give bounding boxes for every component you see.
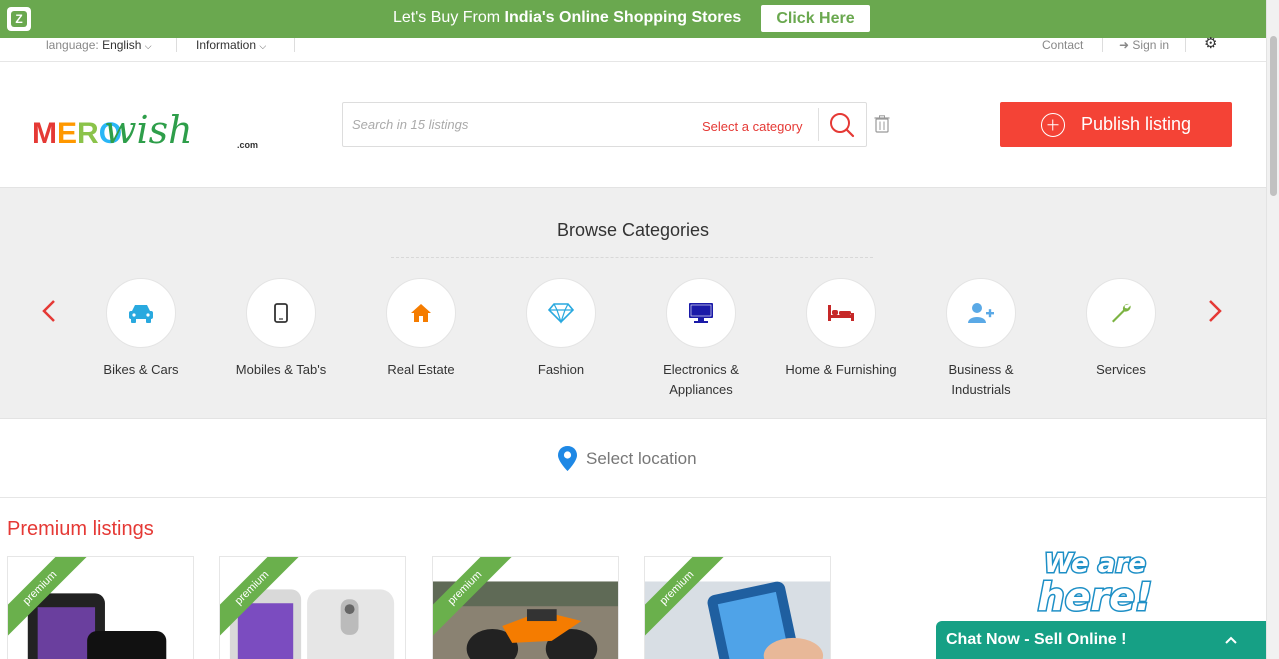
- divider: [1102, 38, 1103, 52]
- svg-text:wish: wish: [104, 108, 193, 152]
- category-bikes-cars[interactable]: Bikes & Cars: [71, 278, 211, 380]
- category-icon-circle: [1086, 278, 1156, 348]
- svg-text:here!: here!: [1038, 575, 1153, 618]
- wrench-icon: [1112, 303, 1131, 323]
- bed-icon: [828, 305, 854, 321]
- car-icon: [129, 305, 153, 323]
- browse-categories: Browse Categories Bikes & Cars Mobiles &…: [0, 188, 1266, 419]
- page: Z Let's Buy From India's Online Shopping…: [0, 0, 1279, 659]
- user-plus-icon: [968, 303, 994, 323]
- promo-text: Let's Buy From India's Online Shopping S…: [393, 9, 741, 27]
- category-home-furnishing[interactable]: Home & Furnishing: [771, 278, 911, 380]
- chat-widget[interactable]: Chat Now - Sell Online !: [936, 621, 1279, 659]
- category-icon-circle: [106, 278, 176, 348]
- categories-title: Browse Categories: [556, 220, 710, 240]
- scrollbar-thumb[interactable]: [1270, 36, 1277, 196]
- divider: [294, 38, 295, 52]
- category-select[interactable]: Select a category: [702, 119, 802, 134]
- select-location[interactable]: Select location: [558, 446, 697, 471]
- chevron-up-icon[interactable]: [1224, 633, 1238, 647]
- category-label: Fashion: [537, 362, 585, 377]
- location-bar: Select location: [0, 419, 1266, 498]
- category-electronics-appliances[interactable]: Electronics & Appliances: [631, 278, 771, 400]
- language-selector[interactable]: language: English ⌵: [46, 38, 152, 53]
- header: MERO wish .com Search in 15 listings Sel…: [0, 62, 1266, 188]
- promo-logo-icon[interactable]: Z: [7, 7, 31, 31]
- divider: [176, 38, 177, 52]
- merowish-logo[interactable]: MERO wish .com: [32, 95, 262, 155]
- map-pin-icon: [558, 446, 577, 471]
- gear-icon[interactable]: ⚙: [1204, 36, 1217, 51]
- contact-link[interactable]: Contact: [1042, 38, 1083, 52]
- promo-click-here-button[interactable]: Click Here: [761, 5, 870, 32]
- category-icon-circle: [946, 278, 1016, 348]
- premium-listings-title: Premium listings: [7, 518, 154, 540]
- sign-in-label: Sign in: [1132, 38, 1170, 52]
- category-label: Mobiles & Tab's: [235, 362, 327, 377]
- category-label: Bikes & Cars: [103, 362, 179, 377]
- promo-bar: Z Let's Buy From India's Online Shopping…: [0, 0, 1266, 38]
- logo-tld: .com: [237, 140, 258, 150]
- monitor-icon: [689, 303, 713, 323]
- mobile-icon: [274, 303, 288, 323]
- listing-card[interactable]: premium: [432, 556, 619, 659]
- search-icon[interactable]: [828, 111, 856, 139]
- listing-card[interactable]: premium: [644, 556, 831, 659]
- category-icon-circle: [526, 278, 596, 348]
- sign-in-link[interactable]: ➜ Sign in: [1119, 38, 1169, 52]
- information-menu[interactable]: Information ⌵: [196, 38, 266, 53]
- contact-label: Contact: [1042, 38, 1084, 52]
- divider: [1185, 38, 1186, 52]
- utility-bar: language: English ⌵ Information ⌵ Contac…: [0, 36, 1266, 62]
- information-label: Information: [196, 38, 257, 52]
- search-input[interactable]: Search in 15 listings: [352, 117, 468, 132]
- category-real-estate[interactable]: Real Estate: [351, 278, 491, 380]
- select-location-label: Select location: [586, 448, 697, 468]
- language-label: language:: [46, 38, 99, 52]
- divider: [818, 108, 819, 141]
- plus-circle-icon: [1040, 112, 1065, 137]
- home-icon: [411, 304, 431, 322]
- promo-text-light: Let's Buy From: [393, 9, 505, 26]
- publish-listing-button[interactable]: Publish listing: [1000, 102, 1232, 147]
- sign-in-icon: ➜: [1119, 38, 1130, 52]
- chat-label: Chat Now - Sell Online !: [946, 631, 1127, 648]
- chevron-right-icon[interactable]: [1204, 299, 1224, 323]
- category-icon-circle: [666, 278, 736, 348]
- diamond-icon: [547, 303, 575, 324]
- language-value: English: [102, 38, 142, 52]
- search-bar: Search in 15 listings Select a category: [342, 102, 867, 147]
- category-fashion[interactable]: Fashion: [491, 278, 631, 380]
- promo-text-bold: India's Online Shopping Stores: [504, 9, 742, 26]
- category-label: Home & Furnishing: [785, 362, 897, 377]
- category-label: Real Estate: [387, 362, 455, 377]
- category-mobiles-tabs[interactable]: Mobiles & Tab's: [211, 278, 351, 380]
- category-label: Services: [1096, 362, 1146, 377]
- chevron-down-icon: ⌵: [144, 41, 152, 51]
- listing-card[interactable]: premium: [219, 556, 406, 659]
- category-label: Electronics & Appliances: [663, 362, 739, 397]
- scrollbar[interactable]: [1266, 0, 1279, 659]
- category-label: Business & Industrials: [948, 362, 1014, 397]
- category-services[interactable]: Services: [1051, 278, 1191, 380]
- listing-card[interactable]: premium: [7, 556, 194, 659]
- we-are-here-badge: We are here!: [1036, 548, 1154, 619]
- category-business-industrials[interactable]: Business & Industrials: [911, 278, 1051, 400]
- category-icon-circle: [246, 278, 316, 348]
- category-icon-circle: [386, 278, 456, 348]
- chevron-left-icon[interactable]: [40, 299, 60, 323]
- chevron-down-icon: ⌵: [259, 41, 267, 51]
- trash-icon[interactable]: [874, 115, 890, 133]
- divider: [391, 257, 873, 258]
- publish-listing-label: Publish listing: [1080, 114, 1192, 134]
- category-icon-circle: [806, 278, 876, 348]
